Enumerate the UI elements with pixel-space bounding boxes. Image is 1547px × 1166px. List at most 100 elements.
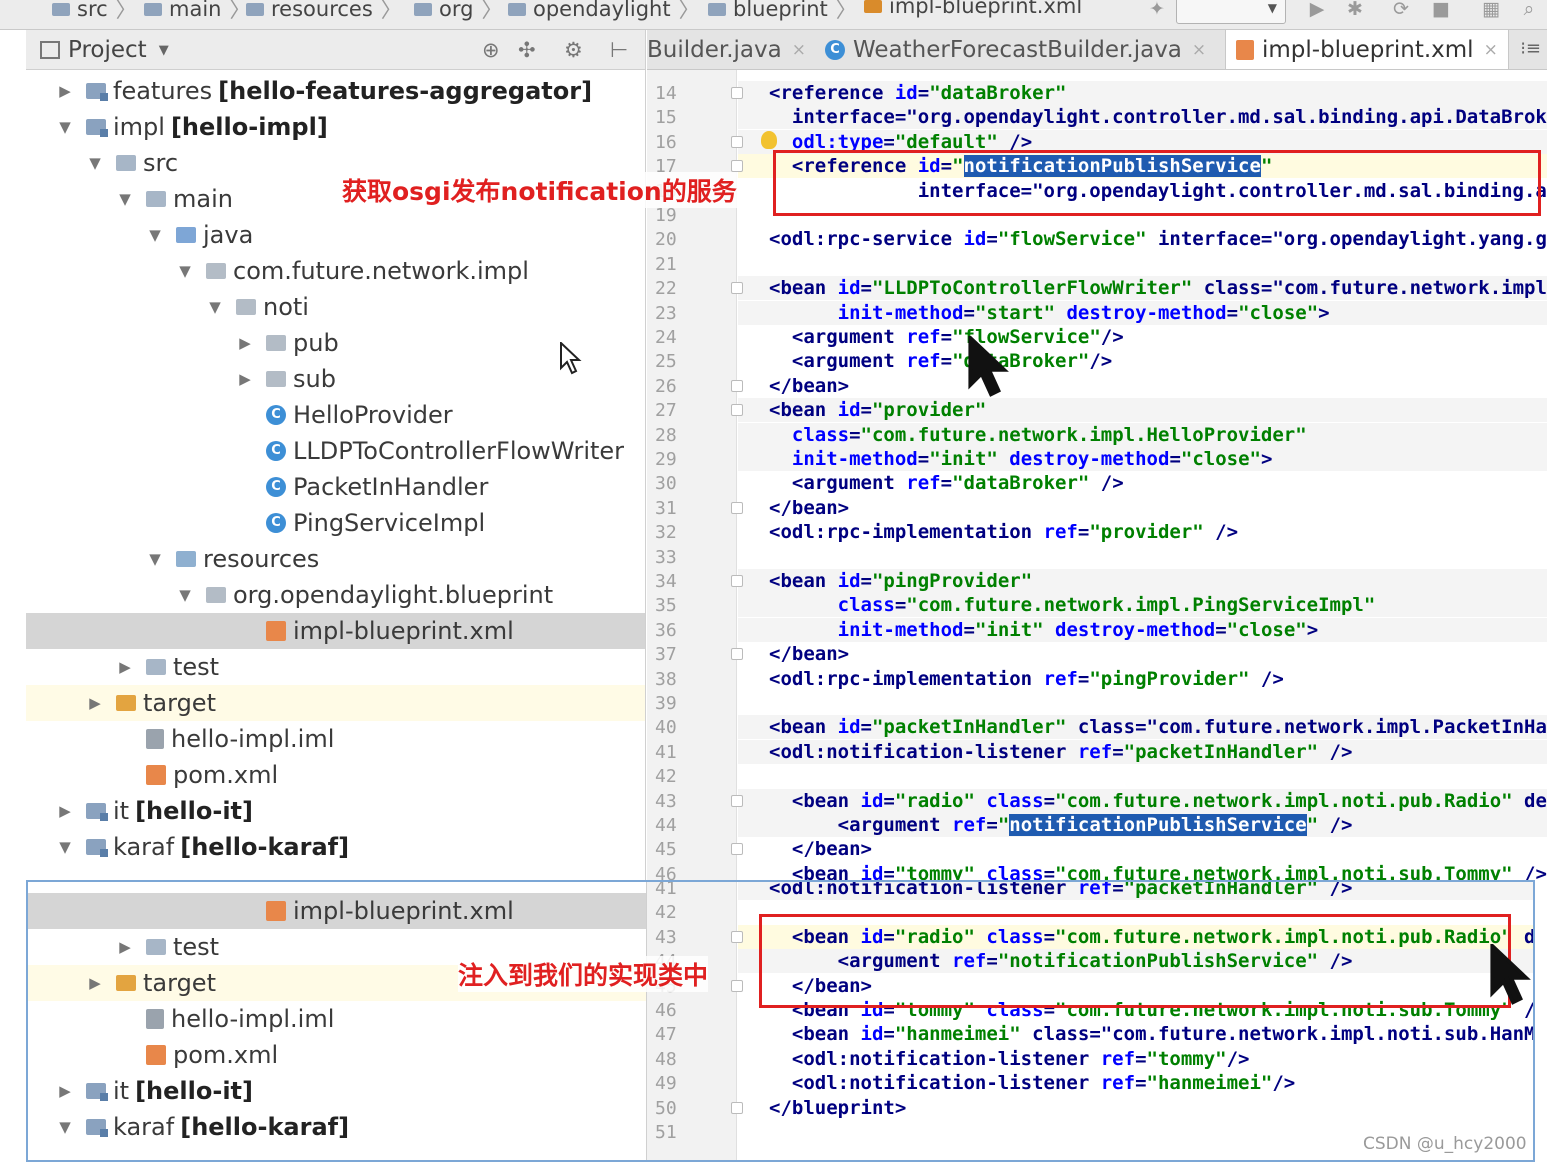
code-fold-icon[interactable] [731, 843, 743, 856]
tree-item[interactable]: ▶ target [26, 685, 645, 721]
code-line[interactable]: <odl:notification-listener ref="tommy"/> [769, 1048, 1250, 1072]
expand-arrow-icon[interactable]: ▼ [146, 550, 164, 568]
editor-tab[interactable]: Builder.java × [647, 30, 816, 69]
tab-list-menu-icon[interactable]: ⁝≡ [1520, 38, 1541, 59]
tree-item[interactable]: C PacketInHandler [26, 469, 645, 505]
expand-arrow-icon[interactable]: ▼ [176, 586, 194, 604]
build-icon[interactable]: ✦ [1146, 0, 1168, 20]
code-fold-icon[interactable] [731, 930, 743, 943]
code-line[interactable]: <odl:notification-listener ref="packetIn… [769, 741, 1352, 765]
code-line[interactable]: </bean> [769, 643, 849, 667]
code-line[interactable]: <bean id="LLDPToControllerFlowWriter" cl… [769, 277, 1547, 301]
code-line[interactable]: <argument ref="dataBroker"/> [769, 350, 1112, 374]
editor-tab[interactable]: C WeatherForecastBuilder.java × [815, 30, 1216, 69]
close-tab-icon[interactable]: × [792, 40, 806, 60]
code-line[interactable]: <odl:rpc-service id="flowService" interf… [769, 228, 1547, 252]
code-line[interactable]: <bean id="packetInHandler" class="com.fu… [769, 716, 1547, 740]
collapse-arrow-icon[interactable]: ▶ [86, 694, 104, 712]
code-fold-icon[interactable] [731, 1101, 743, 1114]
expand-arrow-icon[interactable]: ▼ [56, 118, 74, 136]
code-fold-icon[interactable] [731, 135, 743, 148]
expand-arrow-icon[interactable]: ▼ [56, 1118, 74, 1136]
breadcrumb-item[interactable]: resources 〉 [246, 0, 402, 24]
tree-item[interactable]: C HelloProvider [26, 397, 645, 433]
code-fold-icon[interactable] [731, 501, 743, 514]
code-line[interactable]: <odl:notification-listener ref="packetIn… [769, 880, 1352, 901]
editor-tab[interactable]: impl-blueprint.xml × [1225, 30, 1509, 69]
code-fold-icon[interactable] [731, 575, 743, 587]
close-tab-icon[interactable]: × [1484, 40, 1498, 60]
collapse-arrow-icon[interactable]: ▶ [56, 82, 74, 100]
code-fold-icon[interactable] [731, 404, 743, 417]
collapse-arrow-icon[interactable]: ▶ [56, 1082, 74, 1100]
code-fold-icon[interactable] [731, 87, 743, 99]
code-line[interactable]: <odl:notification-listener ref="hanmeime… [769, 1072, 1295, 1096]
breadcrumb-item[interactable]: org 〉 [414, 0, 502, 24]
settings-gear-icon[interactable]: ⚙ [564, 38, 583, 62]
code-line[interactable]: interface="org.opendaylight.controller.m… [769, 106, 1547, 130]
tree-item[interactable]: C PingServiceImpl [26, 505, 645, 541]
tree-item[interactable]: ▶ pub [26, 325, 645, 361]
breadcrumb-item[interactable]: src 〉 [52, 0, 137, 24]
code-line[interactable]: <argument ref="notificationPublishServic… [769, 814, 1352, 838]
code-line[interactable]: <bean id="radio" class="com.future.netwo… [769, 790, 1547, 814]
code-line[interactable]: init-method="start" destroy-method="clos… [769, 302, 1330, 326]
code-line[interactable]: class="com.future.network.impl.PingServi… [769, 594, 1376, 618]
collapse-icon[interactable]: ✣ [518, 38, 536, 62]
debug-icon[interactable]: ✱ [1344, 0, 1366, 20]
code-fold-icon[interactable] [731, 979, 743, 992]
run-configuration-dropdown[interactable]: ▼ [1176, 0, 1286, 24]
breadcrumb-item[interactable]: opendaylight 〉 [508, 0, 700, 24]
tree-item[interactable]: hello-impl.iml [26, 1001, 646, 1037]
collapse-arrow-icon[interactable]: ▶ [236, 334, 254, 352]
tree-item[interactable]: ▶ it [hello-it] [26, 793, 645, 829]
code-line[interactable]: <bean id="pingProvider" [769, 570, 1032, 594]
tree-item[interactable]: ▼ org.opendaylight.blueprint [26, 577, 645, 613]
expand-arrow-icon[interactable]: ▼ [56, 838, 74, 856]
code-fold-icon[interactable] [731, 794, 743, 807]
tree-item[interactable]: C LLDPToControllerFlowWriter [26, 433, 645, 469]
expand-arrow-icon[interactable]: ▼ [206, 298, 224, 316]
coverage-icon[interactable]: ⟳ [1390, 0, 1412, 20]
code-line[interactable]: <bean id="tommy" class="com.future.netwo… [769, 863, 1547, 880]
code-fold-icon[interactable] [731, 379, 743, 392]
code-fold-icon[interactable] [731, 160, 743, 173]
code-line[interactable]: </bean> [769, 497, 849, 521]
tree-item[interactable]: ▼ noti [26, 289, 645, 325]
collapse-arrow-icon[interactable]: ▶ [116, 658, 134, 676]
code-line[interactable]: </blueprint> [769, 1097, 906, 1121]
tree-item[interactable]: hello-impl.iml [26, 721, 645, 757]
project-view-selector[interactable]: Project ▼ [40, 37, 169, 63]
code-line[interactable]: </bean> [769, 838, 872, 862]
collapse-arrow-icon[interactable]: ▶ [116, 938, 134, 956]
collapse-arrow-icon[interactable]: ▶ [86, 974, 104, 992]
sync-icon[interactable]: ⊕ [482, 38, 500, 62]
expand-arrow-icon[interactable]: ▼ [116, 190, 134, 208]
project-structure-icon[interactable]: ▦ [1480, 0, 1502, 20]
collapse-arrow-icon[interactable]: ▶ [236, 370, 254, 388]
stop-icon[interactable]: ■ [1430, 0, 1452, 20]
code-line[interactable]: </bean> [769, 375, 849, 399]
code-line[interactable]: init-method="init" destroy-method="close… [769, 619, 1319, 643]
code-line[interactable]: <argument ref="dataBroker" /> [769, 472, 1124, 496]
code-fold-icon[interactable] [731, 648, 743, 661]
tree-item[interactable]: ▶ test [26, 649, 645, 685]
code-line[interactable]: <odl:rpc-implementation ref="pingProvide… [769, 668, 1284, 692]
intention-bulb-icon[interactable] [761, 131, 777, 149]
code-fold-icon[interactable] [731, 282, 743, 295]
breadcrumb-item[interactable]: impl-blueprint.xml [864, 0, 1082, 18]
collapse-arrow-icon[interactable]: ▶ [56, 802, 74, 820]
tree-item[interactable]: pom.xml [26, 1037, 646, 1073]
tree-item[interactable]: ▼ impl [hello-impl] [26, 109, 645, 145]
search-icon[interactable]: ⌕ [1518, 0, 1540, 20]
expand-arrow-icon[interactable]: ▼ [86, 154, 104, 172]
breadcrumb-item[interactable]: main 〉 [144, 0, 250, 24]
tree-item[interactable]: ▼ resources [26, 541, 645, 577]
tree-item[interactable]: impl-blueprint.xml [26, 893, 646, 929]
hide-panel-icon[interactable]: ⊢ [610, 38, 628, 62]
tree-item[interactable]: ▼ karaf [hello-karaf] [26, 829, 645, 865]
tree-item[interactable]: ▶ sub [26, 361, 645, 397]
tree-item[interactable]: ▼ com.future.network.impl [26, 253, 645, 289]
breadcrumb-item[interactable]: blueprint 〉 [708, 0, 857, 24]
run-icon[interactable]: ▶ [1306, 0, 1328, 20]
